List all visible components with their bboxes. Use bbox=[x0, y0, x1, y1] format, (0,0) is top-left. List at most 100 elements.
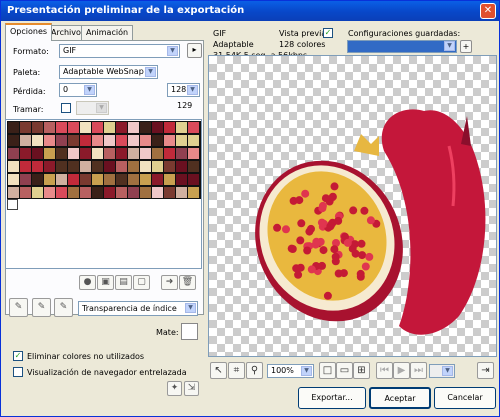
cancel-button[interactable]: Cancelar bbox=[434, 387, 496, 409]
saved-settings-select[interactable]: ▼ bbox=[347, 40, 457, 53]
color-swatch[interactable] bbox=[44, 174, 55, 185]
add-settings-button[interactable]: + bbox=[460, 40, 472, 53]
color-swatch[interactable] bbox=[32, 161, 43, 172]
color-swatch[interactable] bbox=[56, 135, 67, 146]
color-swatch[interactable] bbox=[104, 161, 115, 172]
single-view-icon[interactable]: □ bbox=[319, 362, 336, 379]
eyedropper-remove-icon[interactable]: ✎ bbox=[54, 298, 73, 317]
play-icon[interactable]: ▶ bbox=[393, 362, 410, 379]
color-swatch[interactable] bbox=[188, 161, 199, 172]
color-swatch[interactable] bbox=[152, 161, 163, 172]
title-bar[interactable]: Presentación preliminar de la exportació… bbox=[1, 1, 499, 21]
color-swatch[interactable] bbox=[32, 135, 43, 146]
color-swatch[interactable] bbox=[116, 135, 127, 146]
color-swatch[interactable] bbox=[140, 135, 151, 146]
color-swatch[interactable] bbox=[104, 174, 115, 185]
crop-tool-icon[interactable]: ⌗ bbox=[228, 362, 245, 379]
color-swatch[interactable] bbox=[8, 135, 19, 146]
color-swatch[interactable] bbox=[176, 187, 187, 198]
color-swatch[interactable] bbox=[164, 174, 175, 185]
color-swatch[interactable] bbox=[44, 148, 55, 159]
color-swatch[interactable] bbox=[68, 187, 79, 198]
matte-color-swatch[interactable] bbox=[181, 323, 198, 340]
first-frame-icon[interactable]: ⏮ bbox=[376, 362, 393, 379]
eyedropper-icon[interactable]: ✎ bbox=[9, 298, 28, 317]
color-swatch[interactable] bbox=[44, 187, 55, 198]
color-swatch[interactable] bbox=[68, 148, 79, 159]
color-swatch[interactable] bbox=[152, 148, 163, 159]
chevron-down-icon[interactable]: ▼ bbox=[84, 85, 95, 95]
color-swatch[interactable] bbox=[164, 148, 175, 159]
color-swatch[interactable] bbox=[188, 148, 199, 159]
tab-opciones[interactable]: Opciones bbox=[5, 23, 53, 41]
color-swatch[interactable] bbox=[92, 161, 103, 172]
color-swatch[interactable] bbox=[7, 199, 18, 210]
color-swatch[interactable] bbox=[20, 174, 31, 185]
loss-select[interactable]: 0 ▼ bbox=[59, 83, 97, 97]
web-snap-icon[interactable]: ▣ bbox=[97, 275, 114, 290]
browser-interlace-checkbox[interactable] bbox=[13, 367, 23, 377]
color-swatch[interactable] bbox=[44, 161, 55, 172]
preview-checkbox[interactable]: ✓ bbox=[323, 28, 333, 38]
color-swatch[interactable] bbox=[152, 174, 163, 185]
color-swatch[interactable] bbox=[8, 161, 19, 172]
chevron-down-icon[interactable]: ▼ bbox=[167, 46, 178, 56]
colors-select[interactable]: 128 ▼ bbox=[167, 83, 200, 97]
color-swatch[interactable] bbox=[44, 135, 55, 146]
format-options-button[interactable]: ▸ bbox=[187, 43, 202, 58]
dither-amount-select[interactable]: ▼ bbox=[76, 101, 109, 115]
color-swatch[interactable] bbox=[188, 187, 199, 198]
color-swatch[interactable] bbox=[20, 135, 31, 146]
lock-color-icon[interactable]: ● bbox=[79, 275, 96, 290]
color-swatch[interactable] bbox=[20, 122, 31, 133]
color-swatch[interactable] bbox=[92, 187, 103, 198]
color-swatch[interactable] bbox=[152, 187, 163, 198]
color-swatch[interactable] bbox=[128, 174, 139, 185]
color-swatch[interactable] bbox=[80, 187, 91, 198]
color-swatch[interactable] bbox=[188, 135, 199, 146]
tab-animacion[interactable]: Animación bbox=[81, 25, 134, 40]
chevron-down-icon[interactable]: ▼ bbox=[187, 85, 198, 95]
color-swatch[interactable] bbox=[8, 148, 19, 159]
color-swatch[interactable] bbox=[176, 174, 187, 185]
color-swatch[interactable] bbox=[56, 148, 67, 159]
color-swatch[interactable] bbox=[56, 187, 67, 198]
color-swatch[interactable] bbox=[68, 122, 79, 133]
two-view-icon[interactable]: ▭ bbox=[336, 362, 353, 379]
color-swatch[interactable] bbox=[140, 174, 151, 185]
color-swatch[interactable] bbox=[68, 161, 79, 172]
color-swatch[interactable] bbox=[32, 122, 43, 133]
color-swatch[interactable] bbox=[104, 148, 115, 159]
color-swatch[interactable] bbox=[140, 122, 151, 133]
transparency-select[interactable]: Transparencia de índice ▼ bbox=[78, 301, 198, 316]
color-swatch[interactable] bbox=[8, 187, 19, 198]
zoom-tool-icon[interactable]: ⚲ bbox=[246, 362, 263, 379]
transparent-swatch-icon[interactable]: ▤ bbox=[115, 275, 132, 290]
color-swatch[interactable] bbox=[152, 122, 163, 133]
color-swatch[interactable] bbox=[104, 135, 115, 146]
lock-icon[interactable]: ▢ bbox=[133, 275, 150, 290]
color-swatch[interactable] bbox=[116, 174, 127, 185]
color-swatch[interactable] bbox=[116, 187, 127, 198]
color-swatch[interactable] bbox=[32, 148, 43, 159]
color-swatch[interactable] bbox=[20, 187, 31, 198]
dither-checkbox[interactable] bbox=[61, 103, 71, 113]
color-swatch[interactable] bbox=[164, 187, 175, 198]
color-swatch[interactable] bbox=[128, 148, 139, 159]
color-swatch[interactable] bbox=[104, 122, 115, 133]
color-swatch[interactable] bbox=[116, 161, 127, 172]
color-swatch[interactable] bbox=[188, 122, 199, 133]
palette-select[interactable]: Adaptable WebSnap ▼ bbox=[59, 65, 158, 79]
color-swatch[interactable] bbox=[80, 122, 91, 133]
color-swatch[interactable] bbox=[116, 148, 127, 159]
zoom-select[interactable]: 100% ▼ bbox=[267, 364, 314, 378]
color-swatch[interactable] bbox=[176, 161, 187, 172]
color-swatch[interactable] bbox=[188, 174, 199, 185]
close-button[interactable]: ✕ bbox=[480, 3, 496, 19]
eyedropper-add-icon[interactable]: ✎ bbox=[32, 298, 51, 317]
color-swatch[interactable] bbox=[8, 174, 19, 185]
chevron-down-icon[interactable]: ▼ bbox=[185, 303, 196, 313]
color-swatch[interactable] bbox=[80, 148, 91, 159]
frame-select[interactable]: ▼ bbox=[429, 364, 455, 378]
color-swatch[interactable] bbox=[20, 148, 31, 159]
